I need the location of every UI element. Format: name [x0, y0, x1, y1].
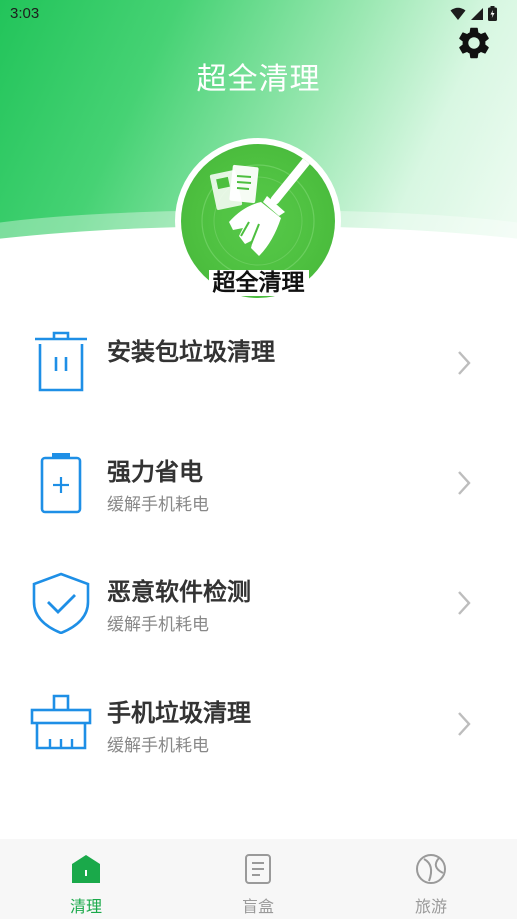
tab-blind-box[interactable]: 盲盒: [198, 839, 318, 919]
tab-travel[interactable]: 旅游: [371, 839, 491, 919]
bottom-nav: 清理 盲盒 旅游: [0, 839, 517, 919]
menu-title: 手机垃圾清理: [107, 699, 251, 727]
menu-title: 恶意软件检测: [107, 578, 251, 606]
signal-icon: [471, 7, 483, 20]
logo-label: 超全清理: [0, 263, 517, 297]
wifi-icon: [450, 7, 466, 20]
chevron-right-icon: [458, 471, 471, 495]
tab-label: 旅游: [414, 897, 447, 916]
menu-title: 强力省电: [107, 458, 203, 486]
menu-title: 安装包垃圾清理: [107, 338, 275, 366]
status-bar: 3:03: [0, 0, 517, 28]
battery-status-icon: [488, 6, 497, 21]
trash-bin-icon: [35, 331, 87, 392]
menu-subtitle: 缓解手机耗电: [107, 736, 209, 756]
menu-subtitle: 缓解手机耗电: [107, 615, 209, 635]
shield-check-icon: [32, 572, 90, 634]
ball-icon: [416, 854, 446, 884]
menu-subtitle: 缓解手机耗电: [107, 495, 209, 515]
battery-icon: [40, 453, 82, 514]
chevron-right-icon: [458, 712, 471, 736]
document-icon: [245, 854, 271, 884]
brush-icon: [30, 694, 92, 750]
menu-item-power-save[interactable]: 强力省电 缓解手机耗电: [0, 452, 517, 562]
tab-label: 清理: [69, 897, 102, 916]
menu-item-apk-clean[interactable]: 安装包垃圾清理: [0, 330, 517, 440]
logo-label-text: 超全清理: [208, 270, 309, 296]
status-time: 3:03: [10, 5, 40, 22]
home-icon: [72, 855, 100, 883]
chevron-right-icon: [458, 591, 471, 615]
status-icons: [450, 6, 497, 21]
chevron-right-icon: [458, 351, 471, 375]
menu-item-malware-scan[interactable]: 恶意软件检测 缓解手机耗电: [0, 572, 517, 682]
tab-clean[interactable]: 清理: [26, 839, 146, 919]
tab-label: 盲盒: [241, 897, 274, 916]
menu-item-junk-clean[interactable]: 手机垃圾清理 缓解手机耗电: [0, 693, 517, 803]
app-title: 超全清理: [196, 62, 321, 97]
